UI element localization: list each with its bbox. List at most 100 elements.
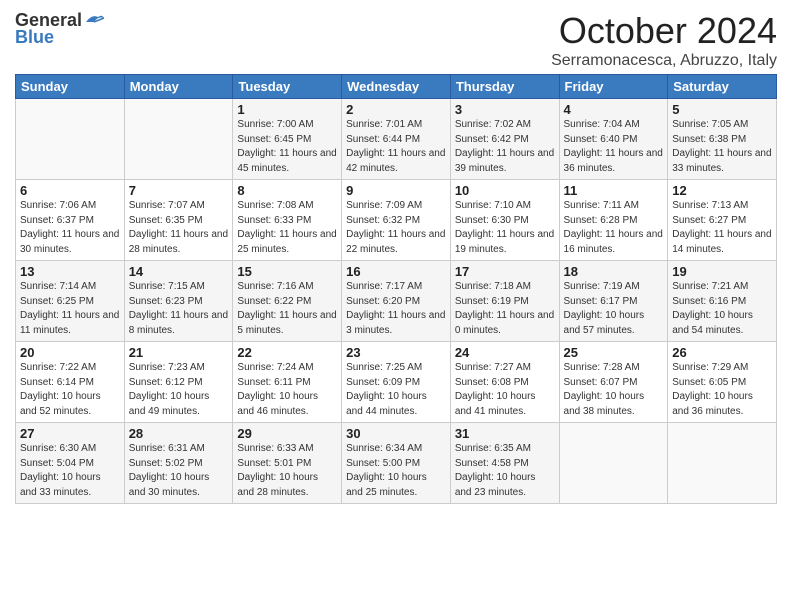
day-info: Sunrise: 7:14 AM Sunset: 6:25 PM Dayligh… xyxy=(20,280,120,338)
week-row-2: 6Sunrise: 7:06 AM Sunset: 6:37 PM Daylig… xyxy=(16,180,777,261)
day-number: 15 xyxy=(237,264,337,279)
day-cell: 6Sunrise: 7:06 AM Sunset: 6:37 PM Daylig… xyxy=(16,180,125,261)
day-info: Sunrise: 6:30 AM Sunset: 5:04 PM Dayligh… xyxy=(20,442,120,500)
calendar-table: Sunday Monday Tuesday Wednesday Thursday… xyxy=(15,74,777,504)
day-info: Sunrise: 7:08 AM Sunset: 6:33 PM Dayligh… xyxy=(237,199,337,257)
week-row-1: 1Sunrise: 7:00 AM Sunset: 6:45 PM Daylig… xyxy=(16,99,777,180)
header-row: Sunday Monday Tuesday Wednesday Thursday… xyxy=(16,75,777,99)
logo: General Blue xyxy=(15,10,106,48)
day-number: 9 xyxy=(346,183,446,198)
header: General Blue October 2024 Serramonacesca… xyxy=(15,10,777,70)
col-sunday: Sunday xyxy=(16,75,125,99)
col-wednesday: Wednesday xyxy=(342,75,451,99)
week-row-4: 20Sunrise: 7:22 AM Sunset: 6:14 PM Dayli… xyxy=(16,342,777,423)
day-info: Sunrise: 7:25 AM Sunset: 6:09 PM Dayligh… xyxy=(346,361,446,419)
day-number: 17 xyxy=(455,264,555,279)
location-text: Serramonacesca, Abruzzo, Italy xyxy=(551,52,777,70)
day-number: 12 xyxy=(672,183,772,198)
day-info: Sunrise: 7:27 AM Sunset: 6:08 PM Dayligh… xyxy=(455,361,555,419)
day-info: Sunrise: 6:34 AM Sunset: 5:00 PM Dayligh… xyxy=(346,442,446,500)
day-cell: 18Sunrise: 7:19 AM Sunset: 6:17 PM Dayli… xyxy=(559,261,668,342)
day-cell: 9Sunrise: 7:09 AM Sunset: 6:32 PM Daylig… xyxy=(342,180,451,261)
day-info: Sunrise: 7:05 AM Sunset: 6:38 PM Dayligh… xyxy=(672,118,772,176)
day-info: Sunrise: 7:16 AM Sunset: 6:22 PM Dayligh… xyxy=(237,280,337,338)
day-cell: 7Sunrise: 7:07 AM Sunset: 6:35 PM Daylig… xyxy=(124,180,233,261)
day-info: Sunrise: 7:11 AM Sunset: 6:28 PM Dayligh… xyxy=(564,199,664,257)
day-info: Sunrise: 7:18 AM Sunset: 6:19 PM Dayligh… xyxy=(455,280,555,338)
day-number: 25 xyxy=(564,345,664,360)
day-info: Sunrise: 7:00 AM Sunset: 6:45 PM Dayligh… xyxy=(237,118,337,176)
day-cell: 29Sunrise: 6:33 AM Sunset: 5:01 PM Dayli… xyxy=(233,423,342,504)
day-cell xyxy=(668,423,777,504)
month-title: October 2024 xyxy=(551,10,777,52)
page-container: General Blue October 2024 Serramonacesca… xyxy=(0,0,792,509)
day-cell: 13Sunrise: 7:14 AM Sunset: 6:25 PM Dayli… xyxy=(16,261,125,342)
day-number: 6 xyxy=(20,183,120,198)
calendar-body: 1Sunrise: 7:00 AM Sunset: 6:45 PM Daylig… xyxy=(16,99,777,504)
day-number: 21 xyxy=(129,345,229,360)
day-cell: 20Sunrise: 7:22 AM Sunset: 6:14 PM Dayli… xyxy=(16,342,125,423)
day-number: 18 xyxy=(564,264,664,279)
day-info: Sunrise: 7:06 AM Sunset: 6:37 PM Dayligh… xyxy=(20,199,120,257)
day-number: 22 xyxy=(237,345,337,360)
day-cell: 2Sunrise: 7:01 AM Sunset: 6:44 PM Daylig… xyxy=(342,99,451,180)
title-section: October 2024 Serramonacesca, Abruzzo, It… xyxy=(551,10,777,70)
day-number: 24 xyxy=(455,345,555,360)
day-cell: 26Sunrise: 7:29 AM Sunset: 6:05 PM Dayli… xyxy=(668,342,777,423)
day-number: 11 xyxy=(564,183,664,198)
day-info: Sunrise: 7:15 AM Sunset: 6:23 PM Dayligh… xyxy=(129,280,229,338)
day-cell: 8Sunrise: 7:08 AM Sunset: 6:33 PM Daylig… xyxy=(233,180,342,261)
day-cell: 11Sunrise: 7:11 AM Sunset: 6:28 PM Dayli… xyxy=(559,180,668,261)
col-tuesday: Tuesday xyxy=(233,75,342,99)
day-number: 2 xyxy=(346,102,446,117)
logo-bird-icon xyxy=(84,12,106,30)
day-cell: 24Sunrise: 7:27 AM Sunset: 6:08 PM Dayli… xyxy=(450,342,559,423)
day-cell: 1Sunrise: 7:00 AM Sunset: 6:45 PM Daylig… xyxy=(233,99,342,180)
day-cell: 10Sunrise: 7:10 AM Sunset: 6:30 PM Dayli… xyxy=(450,180,559,261)
col-thursday: Thursday xyxy=(450,75,559,99)
day-cell: 14Sunrise: 7:15 AM Sunset: 6:23 PM Dayli… xyxy=(124,261,233,342)
week-row-3: 13Sunrise: 7:14 AM Sunset: 6:25 PM Dayli… xyxy=(16,261,777,342)
day-info: Sunrise: 7:10 AM Sunset: 6:30 PM Dayligh… xyxy=(455,199,555,257)
calendar-header: Sunday Monday Tuesday Wednesday Thursday… xyxy=(16,75,777,99)
day-cell: 12Sunrise: 7:13 AM Sunset: 6:27 PM Dayli… xyxy=(668,180,777,261)
col-friday: Friday xyxy=(559,75,668,99)
day-number: 29 xyxy=(237,426,337,441)
day-cell: 3Sunrise: 7:02 AM Sunset: 6:42 PM Daylig… xyxy=(450,99,559,180)
day-info: Sunrise: 7:09 AM Sunset: 6:32 PM Dayligh… xyxy=(346,199,446,257)
day-number: 3 xyxy=(455,102,555,117)
day-number: 7 xyxy=(129,183,229,198)
day-info: Sunrise: 7:19 AM Sunset: 6:17 PM Dayligh… xyxy=(564,280,664,338)
week-row-5: 27Sunrise: 6:30 AM Sunset: 5:04 PM Dayli… xyxy=(16,423,777,504)
col-saturday: Saturday xyxy=(668,75,777,99)
day-number: 5 xyxy=(672,102,772,117)
day-number: 27 xyxy=(20,426,120,441)
day-info: Sunrise: 7:29 AM Sunset: 6:05 PM Dayligh… xyxy=(672,361,772,419)
day-info: Sunrise: 7:17 AM Sunset: 6:20 PM Dayligh… xyxy=(346,280,446,338)
day-cell xyxy=(16,99,125,180)
day-cell: 17Sunrise: 7:18 AM Sunset: 6:19 PM Dayli… xyxy=(450,261,559,342)
day-info: Sunrise: 7:22 AM Sunset: 6:14 PM Dayligh… xyxy=(20,361,120,419)
day-number: 13 xyxy=(20,264,120,279)
day-cell: 28Sunrise: 6:31 AM Sunset: 5:02 PM Dayli… xyxy=(124,423,233,504)
day-cell: 25Sunrise: 7:28 AM Sunset: 6:07 PM Dayli… xyxy=(559,342,668,423)
day-number: 23 xyxy=(346,345,446,360)
day-cell: 4Sunrise: 7:04 AM Sunset: 6:40 PM Daylig… xyxy=(559,99,668,180)
day-number: 26 xyxy=(672,345,772,360)
day-info: Sunrise: 7:23 AM Sunset: 6:12 PM Dayligh… xyxy=(129,361,229,419)
day-cell: 5Sunrise: 7:05 AM Sunset: 6:38 PM Daylig… xyxy=(668,99,777,180)
day-cell xyxy=(559,423,668,504)
day-number: 28 xyxy=(129,426,229,441)
day-info: Sunrise: 6:33 AM Sunset: 5:01 PM Dayligh… xyxy=(237,442,337,500)
day-number: 1 xyxy=(237,102,337,117)
day-info: Sunrise: 7:04 AM Sunset: 6:40 PM Dayligh… xyxy=(564,118,664,176)
day-info: Sunrise: 7:28 AM Sunset: 6:07 PM Dayligh… xyxy=(564,361,664,419)
day-info: Sunrise: 6:35 AM Sunset: 4:58 PM Dayligh… xyxy=(455,442,555,500)
day-info: Sunrise: 7:13 AM Sunset: 6:27 PM Dayligh… xyxy=(672,199,772,257)
day-info: Sunrise: 7:01 AM Sunset: 6:44 PM Dayligh… xyxy=(346,118,446,176)
day-cell: 27Sunrise: 6:30 AM Sunset: 5:04 PM Dayli… xyxy=(16,423,125,504)
logo-blue-text: Blue xyxy=(15,27,54,48)
day-number: 10 xyxy=(455,183,555,198)
day-number: 31 xyxy=(455,426,555,441)
day-cell xyxy=(124,99,233,180)
